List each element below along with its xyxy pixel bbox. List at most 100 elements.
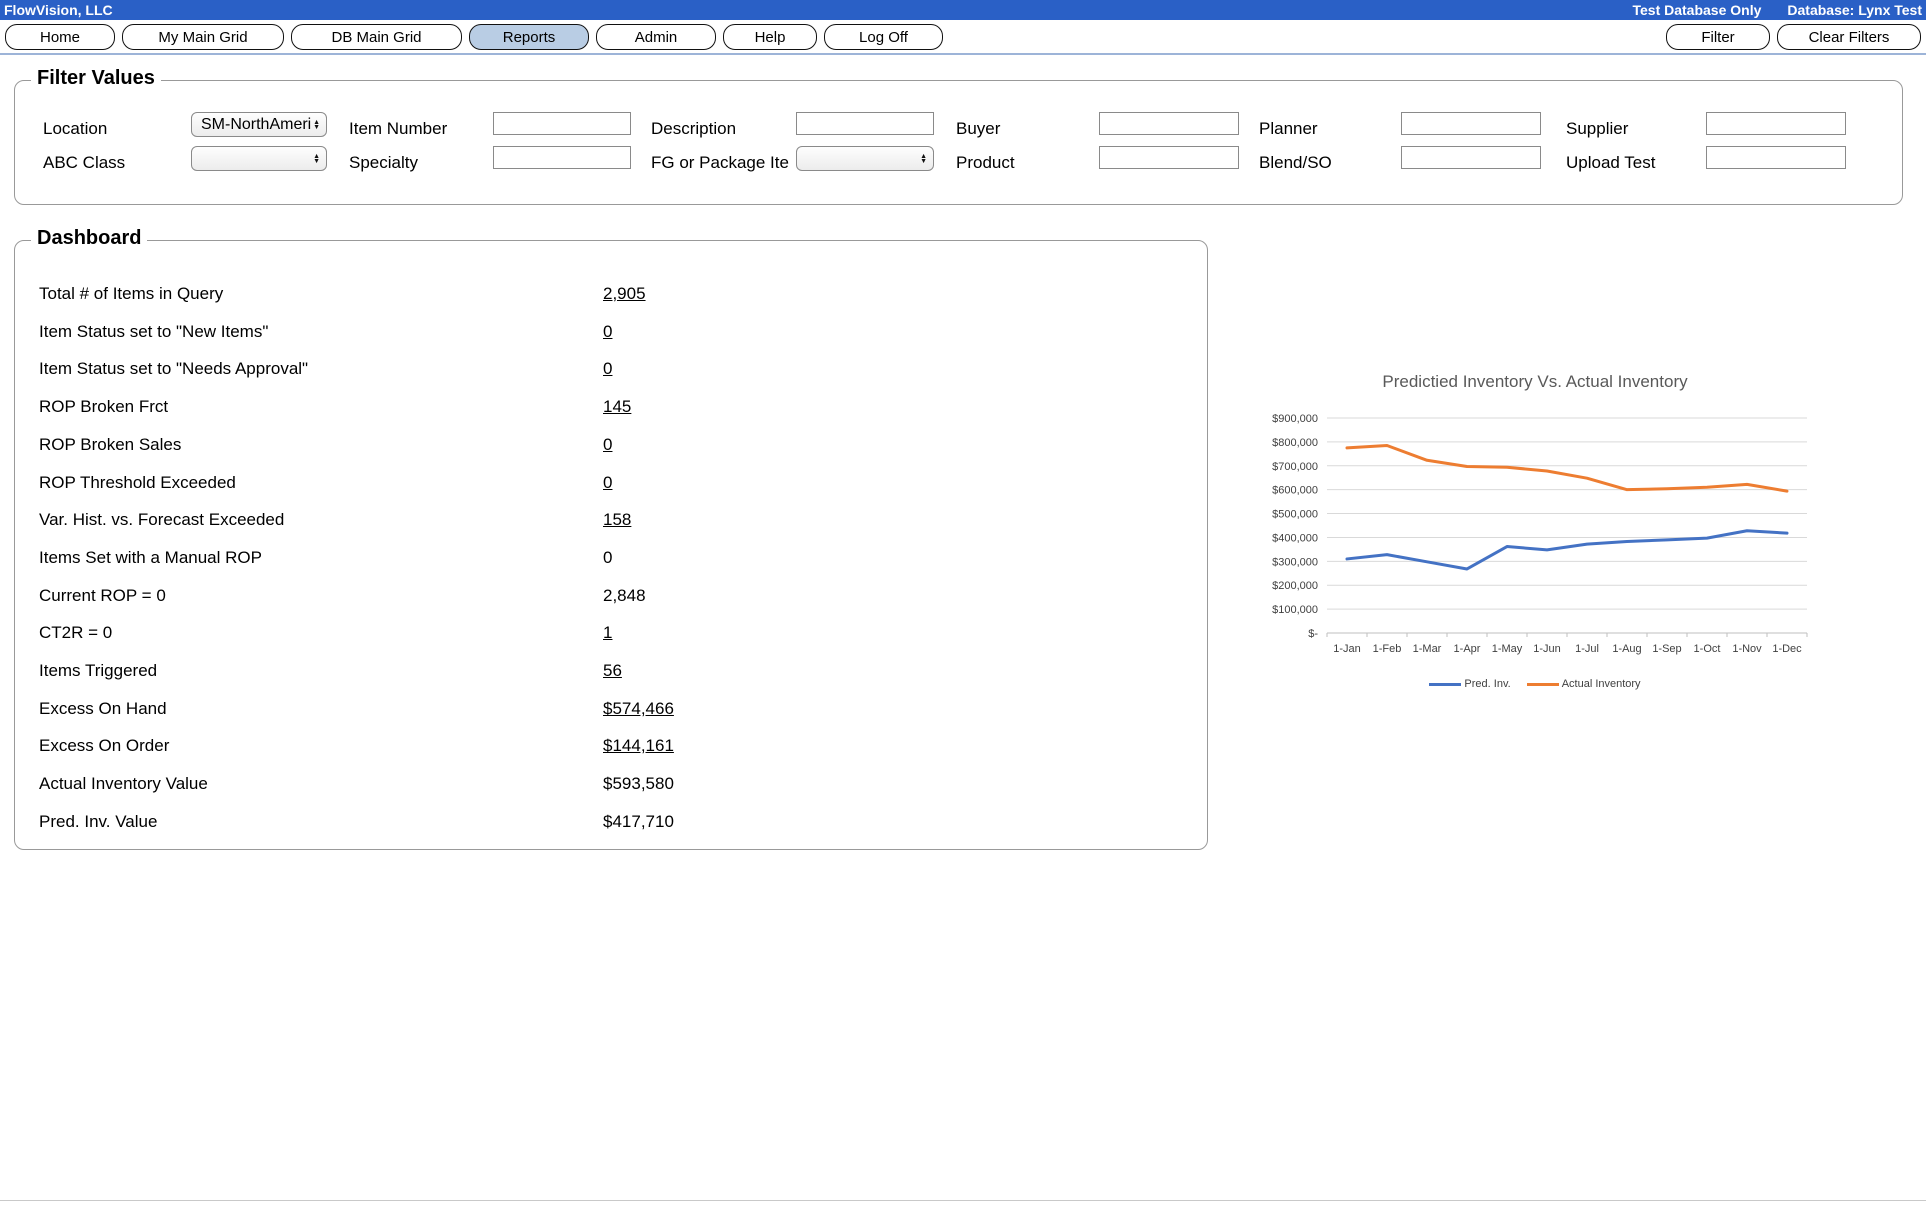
metric-value-total-of-items-in-query[interactable]: 2,905: [603, 284, 646, 304]
metric-label-rop-broken-frct: ROP Broken Frct: [39, 397, 168, 417]
specialty-label: Specialty: [349, 153, 487, 173]
metric-value-rop-threshold-exceeded[interactable]: 0: [603, 473, 612, 493]
svg-text:1-May: 1-May: [1492, 643, 1523, 655]
log-off-button[interactable]: Log Off: [824, 24, 943, 50]
legend-label-actual-inventory: Actual Inventory: [1562, 678, 1641, 690]
metric-value-excess-on-hand[interactable]: $574,466: [603, 699, 674, 719]
chart-legend: Pred. Inv. Actual Inventory: [1230, 678, 1840, 690]
metric-value-item-status-set-to-new-items[interactable]: 0: [603, 322, 612, 342]
svg-text:$300,000: $300,000: [1272, 556, 1318, 568]
dashboard-legend: Dashboard: [31, 227, 147, 250]
metric-value-items-triggered[interactable]: 56: [603, 661, 622, 681]
svg-text:$900,000: $900,000: [1272, 413, 1318, 425]
metric-value-var-hist-vs-forecast-exceeded[interactable]: 158: [603, 510, 631, 530]
svg-text:$600,000: $600,000: [1272, 485, 1318, 497]
product-input[interactable]: [1099, 146, 1239, 169]
topbar-right: Test Database Only Database: Lynx Test: [1632, 2, 1922, 18]
topbar: FlowVision, LLC Test Database Only Datab…: [0, 0, 1926, 20]
metric-label-pred-inv-value: Pred. Inv. Value: [39, 812, 157, 832]
upload-test-input[interactable]: [1706, 146, 1846, 169]
reports-button[interactable]: Reports: [469, 24, 589, 50]
nav-divider: [0, 53, 1926, 55]
description-label: Description: [651, 119, 790, 139]
blend-so-label: Blend/SO: [1259, 153, 1395, 173]
db-label: Database: Lynx Test: [1787, 2, 1922, 18]
svg-text:$400,000: $400,000: [1272, 532, 1318, 544]
blend-so-input[interactable]: [1401, 146, 1541, 169]
buyer-label: Buyer: [956, 119, 1093, 139]
upload-test-label: Upload Test: [1566, 153, 1700, 173]
planner-label: Planner: [1259, 119, 1395, 139]
navbar: Home My Main Grid DB Main Grid Reports Admin…: [0, 22, 1926, 52]
metric-label-items-triggered: Items Triggered: [39, 661, 157, 681]
metric-label-rop-broken-sales: ROP Broken Sales: [39, 435, 181, 455]
db-main-grid-button[interactable]: DB Main Grid: [291, 24, 462, 50]
metric-value-ct2r-0[interactable]: 1: [603, 623, 612, 643]
location-select-value: SM-NorthAmerica: [192, 116, 311, 134]
metric-label-actual-inventory-value: Actual Inventory Value: [39, 774, 208, 794]
buyer-input[interactable]: [1099, 112, 1239, 135]
item-number-input[interactable]: [493, 112, 631, 135]
chart-plot: $-$100,000$200,000$300,000$400,000$500,0…: [1230, 404, 1840, 659]
home-button[interactable]: Home: [5, 24, 115, 50]
metric-value-item-status-set-to-needs-approval[interactable]: 0: [603, 359, 612, 379]
metric-value-excess-on-order[interactable]: $144,161: [603, 736, 674, 756]
svg-text:1-Sep: 1-Sep: [1652, 643, 1681, 655]
location-select[interactable]: SM-NorthAmerica▲▼: [191, 112, 327, 137]
location-label: Location: [43, 119, 185, 139]
pred-inv-line: [1347, 531, 1787, 569]
nav-left-group: Home My Main Grid DB Main Grid Reports Admin…: [5, 24, 943, 50]
admin-button[interactable]: Admin: [596, 24, 716, 50]
svg-text:1-Jul: 1-Jul: [1575, 643, 1599, 655]
legend-item-pred-inv: Pred. Inv.: [1429, 678, 1510, 690]
svg-text:1-Oct: 1-Oct: [1694, 643, 1721, 655]
app-title: FlowVision, LLC: [4, 2, 113, 18]
filter-button[interactable]: Filter: [1666, 24, 1770, 50]
fg-or-package-item-select[interactable]: ▲▼: [796, 146, 934, 171]
metric-value-pred-inv-value: $417,710: [603, 812, 674, 832]
metric-label-excess-on-hand: Excess On Hand: [39, 699, 167, 719]
svg-text:$800,000: $800,000: [1272, 437, 1318, 449]
supplier-input[interactable]: [1706, 112, 1846, 135]
metric-value-rop-broken-sales[interactable]: 0: [603, 435, 612, 455]
filter-values-legend: Filter Values: [31, 67, 161, 90]
metric-label-items-set-with-a-manual-rop: Items Set with a Manual ROP: [39, 548, 262, 568]
chart-title: Predictied Inventory Vs. Actual Inventor…: [1230, 366, 1840, 404]
fg-or-package-item-label: FG or Package Item: [651, 153, 790, 173]
updown-arrows-icon: ▲▼: [311, 154, 326, 164]
pred-inv-line-swatch: [1429, 683, 1461, 686]
help-button[interactable]: Help: [723, 24, 817, 50]
supplier-label: Supplier: [1566, 119, 1700, 139]
updown-arrows-icon: ▲▼: [311, 120, 326, 130]
metric-label-ct2r-0: CT2R = 0: [39, 623, 112, 643]
description-input[interactable]: [796, 112, 934, 135]
svg-text:$100,000: $100,000: [1272, 604, 1318, 616]
inventory-chart: Predictied Inventory Vs. Actual Inventor…: [1230, 366, 1840, 706]
metric-label-total-of-items-in-query: Total # of Items in Query: [39, 284, 223, 304]
env-label: Test Database Only: [1632, 2, 1761, 18]
legend-label-pred-inv: Pred. Inv.: [1464, 678, 1510, 690]
metric-label-item-status-set-to-needs-approval: Item Status set to "Needs Approval": [39, 359, 308, 379]
item-number-label: Item Number: [349, 119, 487, 139]
clear-filters-button[interactable]: Clear Filters: [1777, 24, 1921, 50]
legend-item-actual-inventory: Actual Inventory: [1527, 678, 1641, 690]
actual-inventory-line: [1347, 445, 1787, 491]
svg-text:1-Nov: 1-Nov: [1732, 643, 1762, 655]
metric-label-rop-threshold-exceeded: ROP Threshold Exceeded: [39, 473, 236, 493]
bottom-divider: [0, 1200, 1926, 1201]
metric-value-rop-broken-frct[interactable]: 145: [603, 397, 631, 417]
abc-class-label: ABC Class: [43, 153, 185, 173]
actual-inventory-line-swatch: [1527, 683, 1559, 686]
metric-value-items-set-with-a-manual-rop: 0: [603, 548, 612, 568]
svg-text:1-Mar: 1-Mar: [1413, 643, 1442, 655]
abc-class-select[interactable]: ▲▼: [191, 146, 327, 171]
planner-input[interactable]: [1401, 112, 1541, 135]
metric-label-current-rop-0: Current ROP = 0: [39, 586, 166, 606]
svg-text:$-: $-: [1308, 628, 1318, 640]
svg-text:1-Jun: 1-Jun: [1533, 643, 1561, 655]
svg-text:1-Jan: 1-Jan: [1333, 643, 1361, 655]
svg-text:$700,000: $700,000: [1272, 461, 1318, 473]
specialty-input[interactable]: [493, 146, 631, 169]
metric-label-var-hist-vs-forecast-exceeded: Var. Hist. vs. Forecast Exceeded: [39, 510, 284, 530]
my-main-grid-button[interactable]: My Main Grid: [122, 24, 284, 50]
